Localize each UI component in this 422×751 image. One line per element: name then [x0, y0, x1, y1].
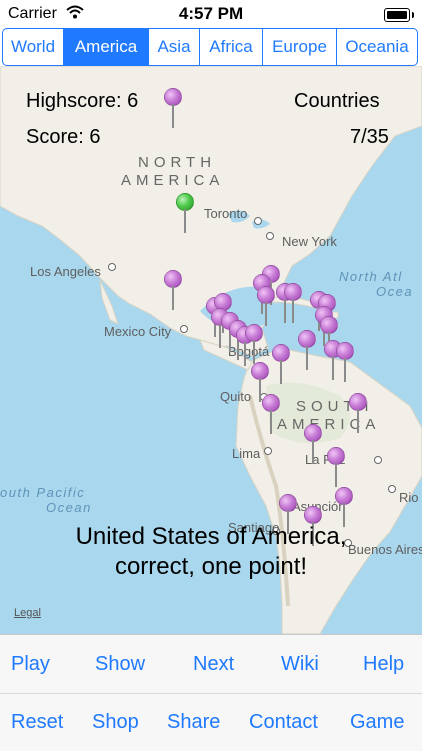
city-dot-toronto: [254, 217, 262, 225]
city-label-new-york: New York: [282, 234, 337, 249]
city-dot-rio: [388, 485, 396, 493]
shop-button[interactable]: Shop: [92, 693, 139, 751]
legal-link[interactable]: Legal: [14, 607, 41, 619]
ocean-label-north-atlantic: North Atl: [339, 269, 403, 284]
map-pin[interactable]: [284, 283, 302, 325]
map-pin[interactable]: [245, 324, 263, 366]
countries-progress: 7/35: [350, 126, 389, 148]
highscore-label: Highscore: 6: [26, 90, 139, 112]
map-pin[interactable]: [272, 344, 290, 386]
map-pin[interactable]: [327, 447, 345, 489]
map-pin-correct[interactable]: [176, 193, 194, 235]
tab-oceania[interactable]: Oceania: [337, 29, 417, 65]
tab-asia[interactable]: Asia: [149, 29, 200, 65]
contact-button[interactable]: Contact: [249, 693, 318, 751]
region-label-north: NORTH: [138, 154, 217, 171]
play-button[interactable]: Play: [11, 635, 50, 693]
map-pin[interactable]: [336, 342, 354, 384]
share-button[interactable]: Share: [167, 693, 220, 751]
map-pin[interactable]: [164, 270, 182, 312]
city-dot-lima: [264, 447, 272, 455]
city-label-toronto: Toronto: [204, 206, 248, 221]
ocean-label-south-pacific-2: Ocean: [46, 500, 92, 515]
map-pin[interactable]: [257, 286, 275, 328]
reset-button[interactable]: Reset: [11, 693, 63, 751]
region-label-north-america: AMERICA: [121, 172, 225, 189]
city-dot-los-angeles: [108, 263, 116, 271]
map-pin[interactable]: [298, 330, 316, 372]
map-pin[interactable]: [164, 88, 182, 130]
clock: 4:57 PM: [178, 4, 244, 23]
score-label: Score: 6: [26, 126, 101, 148]
result-message-line1: United States of America,: [75, 523, 347, 550]
city-dot-new-york: [266, 232, 274, 240]
bottom-toolbar: Play Show Next Wiki Help Reset Shop Shar…: [0, 634, 422, 751]
status-bar: Carrier 4:57 PM: [0, 0, 422, 28]
map-view[interactable]: NORTH AMERICA SOUTH AMERICA North Atl Oc…: [0, 66, 422, 634]
map-pin[interactable]: [349, 393, 367, 435]
city-label-los-angeles: Los Angeles: [30, 264, 101, 279]
city-label-quito: Quito: [220, 389, 252, 404]
toolbar-row-1: Play Show Next Wiki Help: [0, 635, 422, 694]
wiki-button[interactable]: Wiki: [281, 635, 319, 693]
help-button[interactable]: Help: [363, 635, 404, 693]
ocean-label-south-pacific: outh Pacific: [0, 485, 86, 500]
map-pin[interactable]: [304, 424, 322, 466]
game-button[interactable]: Game: [350, 693, 404, 751]
battery-icon: [384, 8, 414, 22]
toolbar-row-2: Reset Shop Share Contact Game: [0, 693, 422, 751]
region-segmented-control: World America Asia Africa Europe Oceania: [2, 28, 418, 66]
city-label-lima: Lima: [232, 446, 261, 461]
tab-world[interactable]: World: [3, 29, 64, 65]
result-message-line2: correct, one point!: [114, 553, 308, 580]
show-button[interactable]: Show: [95, 635, 145, 693]
city-label-mexico-city: Mexico City: [104, 324, 172, 339]
ocean-label-north-atlantic-2: Ocea: [376, 284, 414, 299]
city-dot-mexico-city: [180, 325, 188, 333]
next-button[interactable]: Next: [193, 635, 234, 693]
tab-africa[interactable]: Africa: [200, 29, 263, 65]
map-pin[interactable]: [262, 394, 280, 436]
tab-america[interactable]: America: [64, 29, 149, 65]
city-dot-rio-area: [374, 456, 382, 464]
tab-europe[interactable]: Europe: [263, 29, 337, 65]
city-label-rio: Rio: [399, 490, 419, 505]
countries-label: Countries: [294, 90, 380, 112]
